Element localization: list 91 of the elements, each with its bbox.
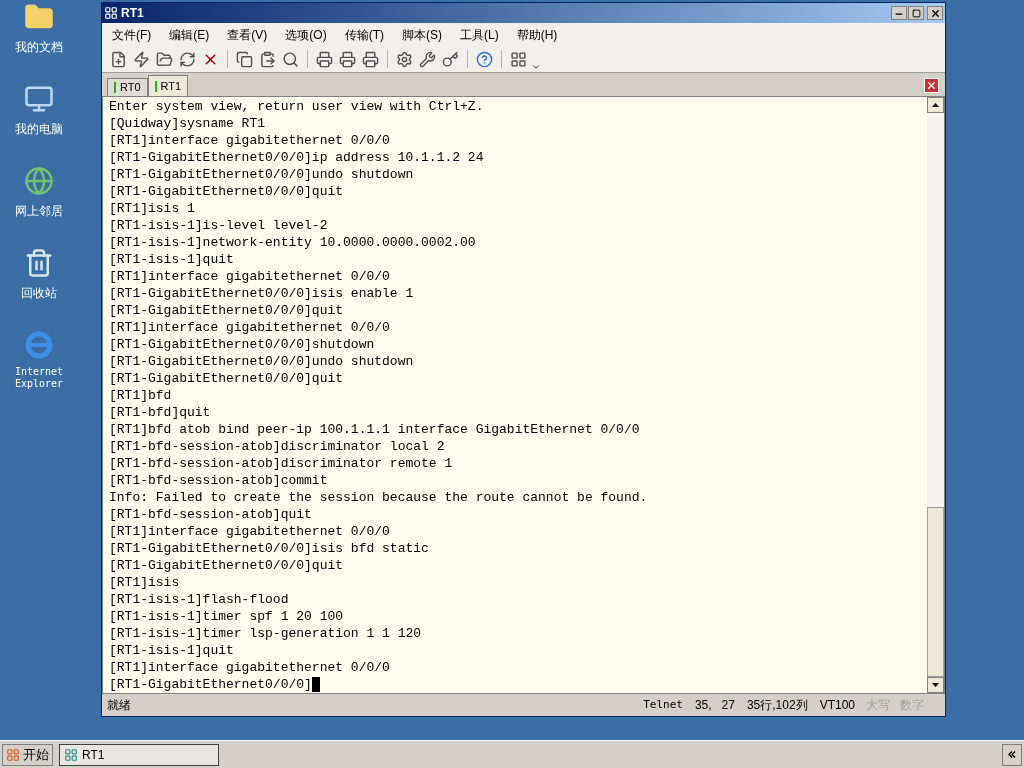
desktop-icon-label[interactable]: 回收站 xyxy=(21,284,57,302)
terminal-line: [RT1-isis-1]quit xyxy=(109,642,234,659)
terminal-line: Info: Failed to create the session because the route cannot be found. xyxy=(109,489,648,506)
taskbar-scroll-button[interactable] xyxy=(1002,743,1022,766)
terminal-line: [RT1]isis 1 xyxy=(109,200,195,217)
settings-icon[interactable] xyxy=(396,50,413,68)
terminal-line: [RT1-isis-1]timer lsp-generation 1 1 120 xyxy=(109,625,422,642)
paste-icon[interactable] xyxy=(259,50,276,68)
app-icon xyxy=(64,747,78,762)
terminal-line: [RT1-GigabitEthernet0/0/0]quit xyxy=(109,183,344,200)
terminal-line: [RT1-isis-1]flash-flood xyxy=(109,591,289,608)
terminal-line: [RT1-GigabitEthernet0/0/0] xyxy=(109,676,312,693)
desktop-icon-label[interactable]: 我的文档 xyxy=(15,38,63,56)
double-chevron-icon xyxy=(1008,751,1016,758)
terminal-line: [RT1-bfd-session-atob]quit xyxy=(109,506,312,523)
terminal-line: [RT1-isis-1]is-level level-2 xyxy=(109,217,328,234)
terminal-line: [RT1-bfd-session-atob]discriminator local 2 xyxy=(109,438,445,455)
copy-icon[interactable] xyxy=(236,50,253,68)
text-cursor xyxy=(311,677,320,692)
status-message: 就绪 xyxy=(106,697,131,714)
menu-item[interactable]: 查看(V) xyxy=(227,25,268,44)
terminal-line: [RT1-bfd]quit xyxy=(109,404,211,421)
terminal-line: [RT1]interface gigabitethernet 0/0/0 xyxy=(109,523,390,540)
menu-item[interactable]: 文件(F) xyxy=(112,25,152,44)
globe-icon xyxy=(24,166,54,196)
desktop-icon-label[interactable]: 我的电脑 xyxy=(15,120,63,138)
terminal-line: [RT1-isis-1]network-entity 10.0000.0000.0002.00 xyxy=(109,234,476,251)
terminal-line: [RT1]interface gigabitethernet 0/0/0 xyxy=(109,319,390,336)
terminal-line: [RT1-isis-1]quit xyxy=(109,251,234,268)
terminal-line: [RT1-GigabitEthernet0/0/0]quit xyxy=(109,370,344,387)
computer-icon xyxy=(24,84,54,114)
desktop-icon-label[interactable]: Internet Explorer xyxy=(9,366,69,390)
terminal-line: [RT1]interface gigabitethernet 0/0/0 xyxy=(109,132,390,149)
terminal-line: [RT1]bfd atob bind peer-ip 100.1.1.1 interface GigabitEthernet 0/0/0 xyxy=(109,421,640,438)
maximize-icon xyxy=(911,8,921,18)
terminal-line: [RT1-isis-1]timer spf 1 20 100 xyxy=(109,608,344,625)
terminal-line: [RT1-GigabitEthernet0/0/0]quit xyxy=(109,557,344,574)
minimize-button[interactable] xyxy=(891,6,907,20)
trash-icon xyxy=(24,248,54,278)
scrollbar[interactable] xyxy=(927,97,944,693)
browser-e-icon xyxy=(24,330,54,360)
status-size: 35行,102列 xyxy=(745,697,809,714)
printer-icon[interactable] xyxy=(316,50,333,68)
printer-icon[interactable] xyxy=(339,50,356,68)
terminal-line: [RT1-GigabitEthernet0/0/0]isis bfd static xyxy=(109,540,429,557)
terminal-line: [RT1-GigabitEthernet0/0/0]quit xyxy=(109,302,344,319)
folder-icon[interactable] xyxy=(156,50,173,68)
menu-item[interactable]: 帮助(H) xyxy=(516,25,558,44)
terminal-line: [RT1]isis xyxy=(109,574,180,591)
grid-icon[interactable] xyxy=(510,50,527,68)
close-button[interactable] xyxy=(927,6,943,20)
session-tab[interactable]: RT0 xyxy=(107,78,148,96)
close-icon xyxy=(926,80,937,91)
status-cursor-position: 35, 27 xyxy=(693,697,736,714)
terminal-line: [Quidway]sysname RT1 xyxy=(109,115,266,132)
terminal-line: [RT1-GigabitEthernet0/0/0]shutdown xyxy=(109,336,375,353)
start-button[interactable]: 开始 xyxy=(2,743,53,766)
maximize-button[interactable] xyxy=(908,6,924,20)
status-protocol: Telnet xyxy=(642,696,684,713)
reconnect-icon[interactable] xyxy=(179,50,196,68)
close-icon xyxy=(929,7,941,19)
session-tab[interactable]: RT1 xyxy=(147,75,189,96)
terminal-line: [RT1-bfd-session-atob]discriminator remote 1 xyxy=(109,455,453,472)
toolbar-overflow-icon[interactable] xyxy=(531,62,541,72)
menu-item[interactable]: 工具(L) xyxy=(460,25,499,44)
app-icon xyxy=(104,6,118,20)
terminal-line: [RT1-GigabitEthernet0/0/0]ip address 10.1.1.2 24 xyxy=(109,149,484,166)
key-icon[interactable] xyxy=(442,50,459,68)
menu-item[interactable]: 脚本(S) xyxy=(402,25,442,44)
window-title: RT1 xyxy=(121,5,144,22)
terminal-line: [RT1-bfd-session-atob]commit xyxy=(109,472,328,489)
status-emulation: VT100 xyxy=(818,697,856,714)
terminal-line: [RT1-GigabitEthernet0/0/0]isis enable 1 xyxy=(109,285,414,302)
menu-item[interactable]: 选项(O) xyxy=(285,25,327,44)
menu-item[interactable]: 传输(T) xyxy=(344,25,384,44)
help-icon[interactable] xyxy=(476,50,493,68)
terminal-line: [RT1]interface gigabitethernet 0/0/0 xyxy=(109,659,390,676)
terminal-line: [RT1]bfd xyxy=(109,387,172,404)
new-session-icon[interactable] xyxy=(110,50,127,68)
printer-icon[interactable] xyxy=(362,50,379,68)
taskbar-task[interactable]: RT1 xyxy=(59,743,219,766)
desktop-icon-label[interactable]: 网上邻居 xyxy=(15,202,63,220)
wrench-icon[interactable] xyxy=(419,50,436,68)
terminal-line: [RT1-GigabitEthernet0/0/0]undo shutdown xyxy=(109,166,414,183)
terminal-line: Enter system view, return user view with Ctrl+Z. xyxy=(109,98,484,115)
up-arrow-icon[interactable] xyxy=(932,103,939,107)
menu-item[interactable]: 编辑(E) xyxy=(169,25,210,44)
terminal-line: [RT1-GigabitEthernet0/0/0]undo shutdown xyxy=(109,353,414,370)
close-tab-button[interactable] xyxy=(924,78,939,93)
terminal-line: [RT1]interface gigabitethernet 0/0/0 xyxy=(109,268,390,285)
down-arrow-icon[interactable] xyxy=(932,683,939,687)
